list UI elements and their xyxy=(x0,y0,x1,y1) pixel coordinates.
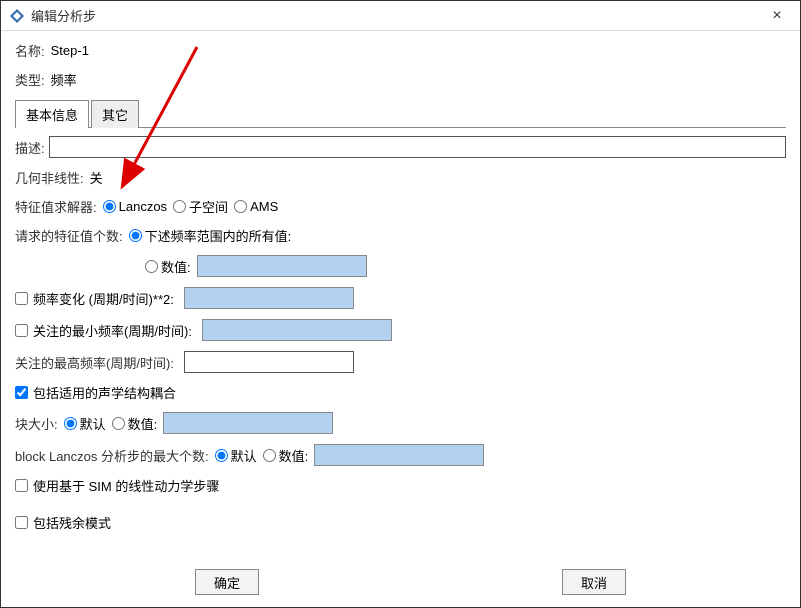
type-label: 类型: xyxy=(15,70,45,89)
radio-lanczos-label: Lanczos xyxy=(119,199,167,214)
close-icon: × xyxy=(772,7,781,25)
freq-change-label: 频率变化 (周期/时间)**2: xyxy=(33,289,174,308)
check-freq-change-input[interactable] xyxy=(15,292,28,305)
radio-range-input[interactable] xyxy=(129,229,142,242)
description-row: 描述: xyxy=(15,136,786,158)
eigen-request-label: 请求的特征值个数: xyxy=(15,226,123,245)
radio-range[interactable]: 下述频率范围内的所有值: xyxy=(129,226,292,245)
radio-count[interactable]: 数值: xyxy=(145,257,191,276)
blanczos-value-label: 数值: xyxy=(279,446,309,465)
eigensolver-row: 特征值求解器: Lanczos 子空间 AMS xyxy=(15,197,786,216)
radio-count-input[interactable] xyxy=(145,260,158,273)
radio-ams-label: AMS xyxy=(250,199,278,214)
radio-subspace-label: 子空间 xyxy=(189,197,228,216)
window-title: 编辑分析步 xyxy=(31,6,96,25)
residual-modes-label: 包括残余模式 xyxy=(33,513,111,532)
blocksize-default-label: 默认 xyxy=(80,414,106,433)
cancel-button[interactable]: 取消 xyxy=(562,569,626,595)
content: 名称: Step-1 类型: 频率 基本信息 其它 描述: 几何非线性: 关 特… xyxy=(1,31,800,532)
titlebar: 编辑分析步 × xyxy=(1,1,800,31)
check-freq-change[interactable]: 频率变化 (周期/时间)**2: xyxy=(15,289,174,308)
radio-lanczos-input[interactable] xyxy=(103,200,116,213)
tab-basic[interactable]: 基本信息 xyxy=(15,100,89,128)
radio-ams-input[interactable] xyxy=(234,200,247,213)
radio-lanczos[interactable]: Lanczos xyxy=(103,199,167,214)
check-residual-modes-input[interactable] xyxy=(15,516,28,529)
block-lanczos-label: block Lanczos 分析步的最大个数: xyxy=(15,446,209,465)
tab-other[interactable]: 其它 xyxy=(91,100,139,128)
check-acoustic[interactable]: 包括适用的声学结构耦合 xyxy=(15,383,176,402)
min-freq-label: 关注的最小频率(周期/时间): xyxy=(33,321,192,340)
radio-subspace[interactable]: 子空间 xyxy=(173,197,228,216)
eigen-request-count-row: 数值: xyxy=(145,255,786,277)
check-sim-linear[interactable]: 使用基于 SIM 的线性动力学步骤 xyxy=(15,476,219,495)
radio-subspace-input[interactable] xyxy=(173,200,186,213)
residual-modes-row: 包括残余模式 xyxy=(15,513,786,532)
close-button[interactable]: × xyxy=(762,1,792,31)
eigen-request-row: 请求的特征值个数: 下述频率范围内的所有值: xyxy=(15,226,786,245)
freq-change-input xyxy=(184,287,354,309)
block-size-input xyxy=(163,412,333,434)
type-row: 类型: 频率 xyxy=(15,70,786,89)
type-value: 频率 xyxy=(51,70,77,89)
radio-blanczos-value[interactable]: 数值: xyxy=(263,446,309,465)
block-lanczos-row: block Lanczos 分析步的最大个数: 默认 数值: xyxy=(15,444,786,466)
check-sim-linear-input[interactable] xyxy=(15,479,28,492)
freq-change-row: 频率变化 (周期/时间)**2: xyxy=(15,287,786,309)
eigensolver-label: 特征值求解器: xyxy=(15,197,97,216)
description-label: 描述: xyxy=(15,138,45,157)
block-size-label: 块大小: xyxy=(15,414,58,433)
max-freq-row: 关注的最高频率(周期/时间): xyxy=(15,351,786,373)
radio-blanczos-value-input[interactable] xyxy=(263,449,276,462)
ok-button[interactable]: 确定 xyxy=(195,569,259,595)
button-bar: 确定 取消 xyxy=(15,569,786,595)
blocksize-value-label: 数值: xyxy=(128,414,158,433)
check-acoustic-input[interactable] xyxy=(15,386,28,399)
tabs: 基本信息 其它 xyxy=(15,99,786,128)
radio-count-label: 数值: xyxy=(161,257,191,276)
radio-blocksize-value[interactable]: 数值: xyxy=(112,414,158,433)
name-label: 名称: xyxy=(15,41,45,60)
min-freq-row: 关注的最小频率(周期/时间): xyxy=(15,319,786,341)
check-min-freq[interactable]: 关注的最小频率(周期/时间): xyxy=(15,321,192,340)
max-freq-input[interactable] xyxy=(184,351,354,373)
sim-linear-row: 使用基于 SIM 的线性动力学步骤 xyxy=(15,476,786,495)
eigen-count-input xyxy=(197,255,367,277)
geom-nonlinear-value: 关 xyxy=(90,168,103,187)
acoustic-row: 包括适用的声学结构耦合 xyxy=(15,383,786,402)
name-row: 名称: Step-1 xyxy=(15,41,786,60)
min-freq-input xyxy=(202,319,392,341)
radio-ams[interactable]: AMS xyxy=(234,199,278,214)
radio-blocksize-default[interactable]: 默认 xyxy=(64,414,106,433)
check-residual-modes[interactable]: 包括残余模式 xyxy=(15,513,111,532)
app-icon xyxy=(9,8,25,24)
radio-range-label: 下述频率范围内的所有值: xyxy=(145,226,292,245)
blanczos-default-label: 默认 xyxy=(231,446,257,465)
max-freq-label: 关注的最高频率(周期/时间): xyxy=(15,353,174,372)
radio-blanczos-default[interactable]: 默认 xyxy=(215,446,257,465)
geom-nonlinear-label: 几何非线性: xyxy=(15,168,84,187)
description-input[interactable] xyxy=(49,136,786,158)
geom-nonlinear-row: 几何非线性: 关 xyxy=(15,168,786,187)
radio-blocksize-default-input[interactable] xyxy=(64,417,77,430)
check-min-freq-input[interactable] xyxy=(15,324,28,337)
radio-blanczos-default-input[interactable] xyxy=(215,449,228,462)
sim-linear-label: 使用基于 SIM 的线性动力学步骤 xyxy=(33,476,219,495)
block-size-row: 块大小: 默认 数值: xyxy=(15,412,786,434)
radio-blocksize-value-input[interactable] xyxy=(112,417,125,430)
block-lanczos-input xyxy=(314,444,484,466)
acoustic-label: 包括适用的声学结构耦合 xyxy=(33,383,176,402)
name-value: Step-1 xyxy=(51,43,89,58)
